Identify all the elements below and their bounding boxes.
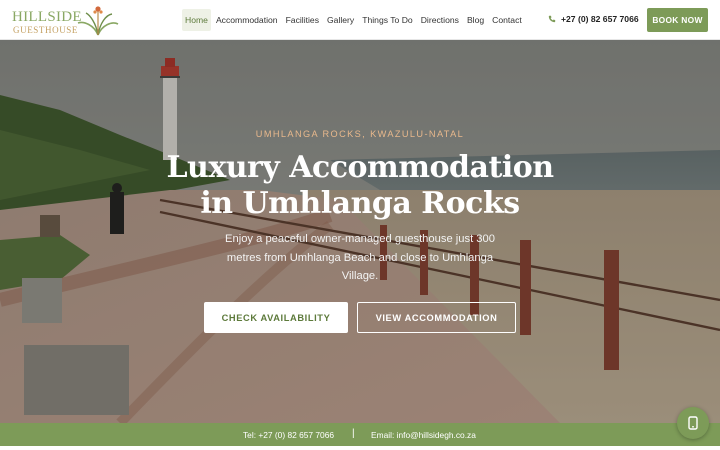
- site-logo[interactable]: HILLSIDE GUESTHOUSE: [10, 3, 120, 37]
- check-availability-button[interactable]: CHECK AVAILABILITY: [204, 302, 348, 333]
- site-header: HILLSIDE GUESTHOUSE Home Accommodation F…: [0, 0, 720, 40]
- footer-separator: |: [352, 428, 355, 439]
- nav-directions[interactable]: Directions: [418, 9, 462, 31]
- logo-line1: HILLSIDE: [12, 9, 82, 25]
- book-now-button[interactable]: BOOK NOW: [647, 8, 708, 32]
- nav-contact[interactable]: Contact: [489, 9, 525, 31]
- nav-home[interactable]: Home: [182, 9, 211, 31]
- hero-subtitle: Enjoy a peaceful owner-managed guesthous…: [225, 233, 495, 282]
- whatsapp-chat-button[interactable]: [677, 407, 709, 439]
- phone-icon: [548, 15, 556, 23]
- main-nav: Home Accommodation Facilities Gallery Th…: [182, 9, 525, 31]
- hero-title: Luxury Accommodation in Umhlanga Rocks: [166, 150, 554, 221]
- nav-things-to-do[interactable]: Things To Do: [359, 9, 415, 31]
- header-phone-link[interactable]: +27 (0) 82 657 7066: [548, 14, 639, 24]
- whatsapp-icon: [688, 416, 698, 430]
- nav-gallery[interactable]: Gallery: [324, 9, 357, 31]
- nav-facilities[interactable]: Facilities: [283, 9, 322, 31]
- footer-email-link[interactable]: Email: info@hillsidegh.co.za: [371, 430, 476, 440]
- logo-line2: GUESTHOUSE: [13, 25, 79, 35]
- nav-accommodation[interactable]: Accommodation: [213, 9, 281, 31]
- page-bottom-strip: [0, 446, 720, 450]
- view-accommodation-button[interactable]: VIEW ACCOMMODATION: [357, 302, 516, 333]
- contact-bar: Tel: +27 (0) 82 657 7066 | Email: info@h…: [0, 423, 720, 446]
- footer-tel-link[interactable]: Tel: +27 (0) 82 657 7066: [243, 430, 334, 440]
- hero-eyebrow: UMHLANGA ROCKS, KWAZULU-NATAL: [255, 129, 465, 139]
- aloe-logo-icon: [77, 6, 119, 36]
- hero-section: UMHLANGA ROCKS, KWAZULU-NATAL Luxury Acc…: [0, 40, 720, 423]
- header-phone-number: +27 (0) 82 657 7066: [561, 14, 639, 24]
- nav-blog[interactable]: Blog: [464, 9, 487, 31]
